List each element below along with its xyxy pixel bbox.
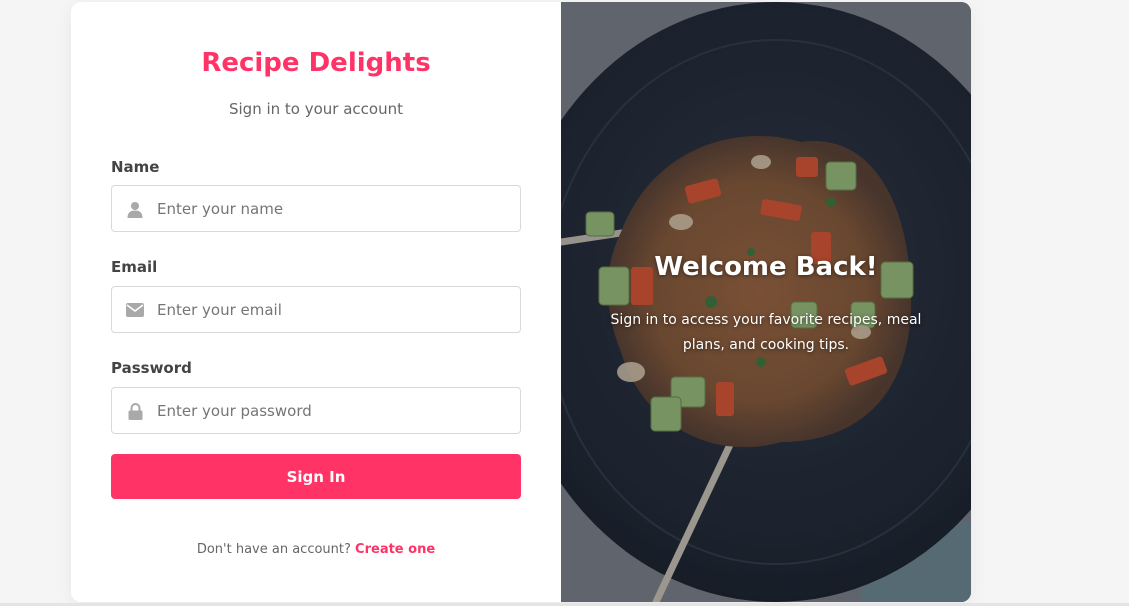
password-field[interactable] — [111, 387, 521, 434]
welcome-title: Welcome Back! — [654, 252, 878, 282]
hero-overlay — [561, 2, 971, 602]
password-input[interactable] — [157, 388, 512, 433]
user-icon — [126, 200, 144, 218]
name-label: Name — [111, 158, 160, 176]
name-input[interactable] — [157, 186, 512, 231]
envelope-icon — [126, 301, 144, 319]
email-label: Email — [111, 258, 158, 276]
name-field[interactable] — [111, 185, 521, 232]
email-input[interactable] — [157, 287, 512, 332]
signup-prompt-text: Don't have an account? — [196, 542, 351, 557]
email-field[interactable] — [111, 286, 521, 333]
welcome-text: Sign in to access your favorite recipes,… — [610, 312, 922, 353]
lock-icon — [126, 402, 144, 420]
login-form-panel: Recipe Delights Sign in to your account … — [71, 2, 561, 602]
sign-in-button[interactable]: Sign In — [111, 454, 521, 499]
password-label: Password — [111, 359, 192, 377]
hero-image-panel: Welcome Back! Sign in to access your fav… — [561, 2, 971, 602]
signup-prompt: Don't have an account? Create one — [71, 542, 561, 557]
login-card: Recipe Delights Sign in to your account … — [71, 2, 971, 602]
form-subtitle: Sign in to your account — [228, 100, 403, 118]
brand-title: Recipe Delights — [201, 48, 431, 78]
create-account-link[interactable]: Create one — [355, 542, 435, 557]
